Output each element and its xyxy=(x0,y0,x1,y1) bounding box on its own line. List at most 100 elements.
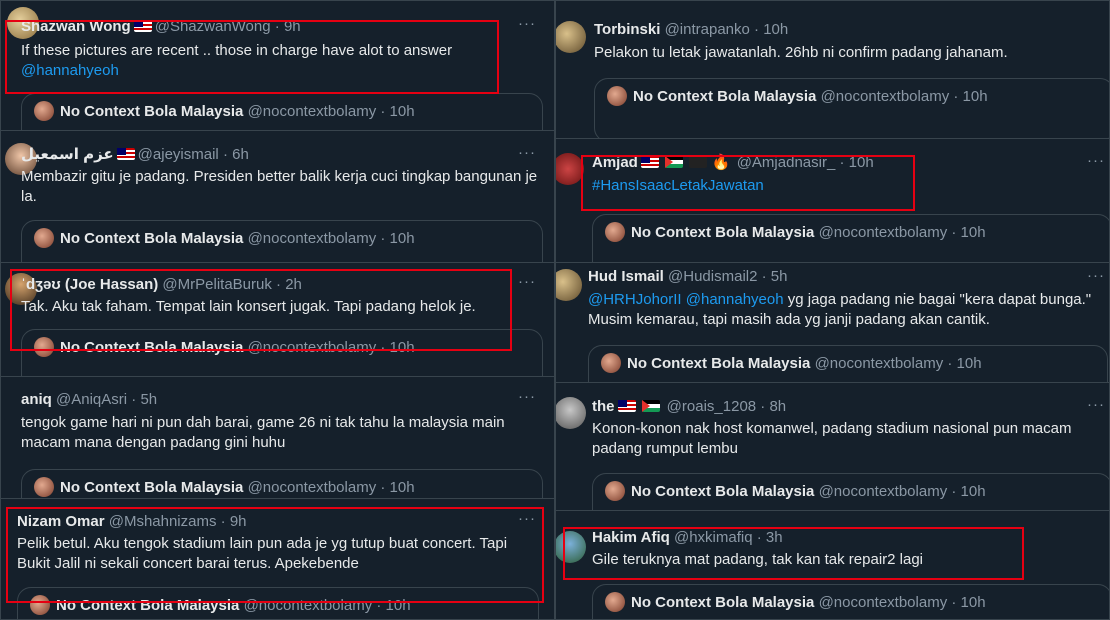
quoted-avatar xyxy=(601,353,621,373)
display-name[interactable]: Nizam Omar xyxy=(17,513,105,530)
handle[interactable]: @hxkimafiq xyxy=(674,529,753,546)
tweet-card[interactable]: Torbinski @intrapanko · 10h Pelakon tu l… xyxy=(556,1,1109,139)
tweet-card[interactable]: Nizam Omar @Mshahnizams · 9h ··· Pelik b… xyxy=(1,499,554,619)
tweet-card[interactable]: ˈdʒəʊ (Joe Hassan) @MrPelitaBuruk · 2h ·… xyxy=(1,263,554,377)
more-options-icon[interactable]: ··· xyxy=(518,15,536,32)
mention-link[interactable]: @hannahyeoh xyxy=(21,62,119,79)
timestamp[interactable]: 10h xyxy=(763,21,788,38)
tweet-text: Konon-konon nak host komanwel, padang st… xyxy=(592,420,1072,457)
separator: · xyxy=(131,391,137,408)
separator: · xyxy=(756,529,762,546)
tweet-card[interactable]: aniq @AniqAsri · 5h ··· tengok game hari… xyxy=(1,377,554,499)
quoted-tweet[interactable]: No Context Bola Malaysia @nocontextbolam… xyxy=(592,584,1109,619)
handle[interactable]: @Mshahnizams xyxy=(109,513,217,530)
timestamp[interactable]: 2h xyxy=(285,276,302,293)
display-name[interactable]: ˈdʒəʊ (Joe Hassan) xyxy=(21,276,158,293)
tweet-body: If these pictures are recent .. those in… xyxy=(21,42,453,59)
quoted-tweet-header: No Context Bola Malaysia @nocontextbolam… xyxy=(605,481,986,502)
handle[interactable]: @Hudismail2 xyxy=(668,268,757,285)
timestamp[interactable]: 6h xyxy=(232,146,249,163)
tweet-text: If these pictures are recent .. those in… xyxy=(21,41,501,81)
timestamp[interactable]: 5h xyxy=(771,268,788,285)
handle[interactable]: @ShazwanWong xyxy=(155,18,271,35)
display-name[interactable]: the xyxy=(592,398,615,415)
quoted-tweet[interactable]: No Context Bola Malaysia @nocontextbolam… xyxy=(17,587,539,619)
timestamp[interactable]: 9h xyxy=(284,18,301,35)
quoted-tweet[interactable]: No Context Bola Malaysia @nocontextbolam… xyxy=(592,214,1109,262)
avatar[interactable] xyxy=(556,531,586,563)
more-options-icon[interactable]: ··· xyxy=(518,144,536,161)
quoted-handle: @nocontextbolamy xyxy=(814,355,944,372)
hashtag-link[interactable]: #HansIsaacLetakJawatan xyxy=(592,176,992,196)
quoted-time: 10h xyxy=(389,339,415,356)
quoted-tweet-header: No Context Bola Malaysia @nocontextbolam… xyxy=(601,353,982,374)
separator: · xyxy=(953,88,959,105)
tweet-card[interactable]: Shazwan Wong @ShazwanWong · 9h ··· If the… xyxy=(1,1,554,131)
tweet-card[interactable]: Hud Ismail @Hudismail2 · 5h ··· @HRHJoho… xyxy=(556,263,1109,383)
more-options-icon[interactable]: ··· xyxy=(1087,267,1105,284)
display-name[interactable]: Hakim Afiq xyxy=(592,529,670,546)
quoted-tweet[interactable]: No Context Bola Malaysia @nocontextbolam… xyxy=(592,473,1109,510)
display-name[interactable]: عزم اسمعيل xyxy=(21,146,114,163)
display-name[interactable]: Shazwan Wong xyxy=(21,18,131,35)
handle[interactable]: @intrapanko xyxy=(665,21,750,38)
separator: · xyxy=(220,513,226,530)
more-options-icon[interactable]: ··· xyxy=(518,273,536,290)
timestamp[interactable]: 10h xyxy=(849,154,874,171)
more-options-icon[interactable]: ··· xyxy=(518,510,536,527)
quoted-tweet-header: No Context Bola Malaysia @nocontextbolam… xyxy=(34,477,415,498)
quoted-tweet[interactable]: No Context Bola Malaysia @nocontextbolam… xyxy=(588,345,1108,382)
tweet-card[interactable]: عزم اسمعيل @ajeyismail · 6h ··· Membazir … xyxy=(1,131,554,263)
tweet-header: Amjad 🔥 @Amjadnasir_ · 10h xyxy=(592,153,874,173)
quoted-time: 10h xyxy=(385,597,411,614)
handle[interactable]: @AniqAsri xyxy=(56,391,127,408)
mention-links[interactable]: @HRHJohorII @hannahyeoh xyxy=(588,291,784,308)
timestamp[interactable]: 5h xyxy=(140,391,157,408)
timestamp[interactable]: 9h xyxy=(230,513,247,530)
avatar[interactable] xyxy=(556,153,584,185)
display-name[interactable]: Torbinski xyxy=(594,21,660,38)
quoted-avatar xyxy=(607,86,627,106)
quoted-tweet-header: No Context Bola Malaysia @nocontextbolam… xyxy=(34,337,415,358)
quoted-name: No Context Bola Malaysia xyxy=(60,479,244,496)
tweet-card[interactable]: Hakim Afiq @hxkimafiq · 3h Gile teruknya… xyxy=(556,511,1109,619)
avatar[interactable] xyxy=(556,397,586,429)
more-options-icon[interactable]: ··· xyxy=(1087,152,1105,169)
tweet-header: Shazwan Wong @ShazwanWong · 9h xyxy=(21,17,301,37)
tweet-header: aniq @AniqAsri · 5h xyxy=(21,390,157,410)
quoted-tweet[interactable]: No Context Bola Malaysia @nocontextbolam… xyxy=(21,93,543,130)
timestamp[interactable]: 8h xyxy=(769,398,786,415)
quoted-handle: @nocontextbolamy xyxy=(247,103,377,120)
quoted-tweet[interactable]: No Context Bola Malaysia @nocontextbolam… xyxy=(21,469,543,498)
quoted-handle: @nocontextbolamy xyxy=(818,594,948,611)
quoted-tweet[interactable]: No Context Bola Malaysia @nocontextbolam… xyxy=(21,220,543,262)
avatar[interactable] xyxy=(556,269,582,301)
quoted-tweet[interactable]: No Context Bola Malaysia @nocontextbolam… xyxy=(594,78,1109,138)
handle[interactable]: @ajeyismail xyxy=(138,146,219,163)
quoted-tweet-header: No Context Bola Malaysia @nocontextbolam… xyxy=(605,592,986,613)
display-name[interactable]: Amjad xyxy=(592,154,638,171)
more-options-icon[interactable]: ··· xyxy=(518,388,536,405)
quoted-tweet[interactable]: No Context Bola Malaysia @nocontextbolam… xyxy=(21,329,543,376)
handle[interactable]: @roais_1208 xyxy=(667,398,756,415)
quoted-tweet-header: No Context Bola Malaysia @nocontextbolam… xyxy=(34,101,415,122)
quoted-name: No Context Bola Malaysia xyxy=(631,594,815,611)
tweet-card[interactable]: the @roais_1208 · 8h ··· Konon-konon nak… xyxy=(556,383,1109,511)
quoted-handle: @nocontextbolamy xyxy=(820,88,950,105)
quoted-tweet-header: No Context Bola Malaysia @nocontextbolam… xyxy=(34,228,415,249)
quoted-handle: @nocontextbolamy xyxy=(247,230,377,247)
tweet-card[interactable]: Amjad 🔥 @Amjadnasir_ · 10h ··· #HansIsaac… xyxy=(556,139,1109,263)
handle[interactable]: @Amjadnasir_ xyxy=(737,154,836,171)
separator: · xyxy=(274,18,280,35)
quoted-avatar xyxy=(605,592,625,612)
avatar[interactable] xyxy=(556,21,586,53)
display-name[interactable]: aniq xyxy=(21,391,52,408)
quoted-tweet-header: No Context Bola Malaysia @nocontextbolam… xyxy=(607,86,988,107)
handle[interactable]: @MrPelitaBuruk xyxy=(162,276,271,293)
display-name[interactable]: Hud Ismail xyxy=(588,268,664,285)
quoted-time: 10h xyxy=(389,103,415,120)
tweet-text: @HRHJohorII @hannahyeoh yg jaga padang n… xyxy=(588,290,1103,330)
quoted-time: 10h xyxy=(960,594,986,611)
timestamp[interactable]: 3h xyxy=(766,529,783,546)
more-options-icon[interactable]: ··· xyxy=(1087,396,1105,413)
